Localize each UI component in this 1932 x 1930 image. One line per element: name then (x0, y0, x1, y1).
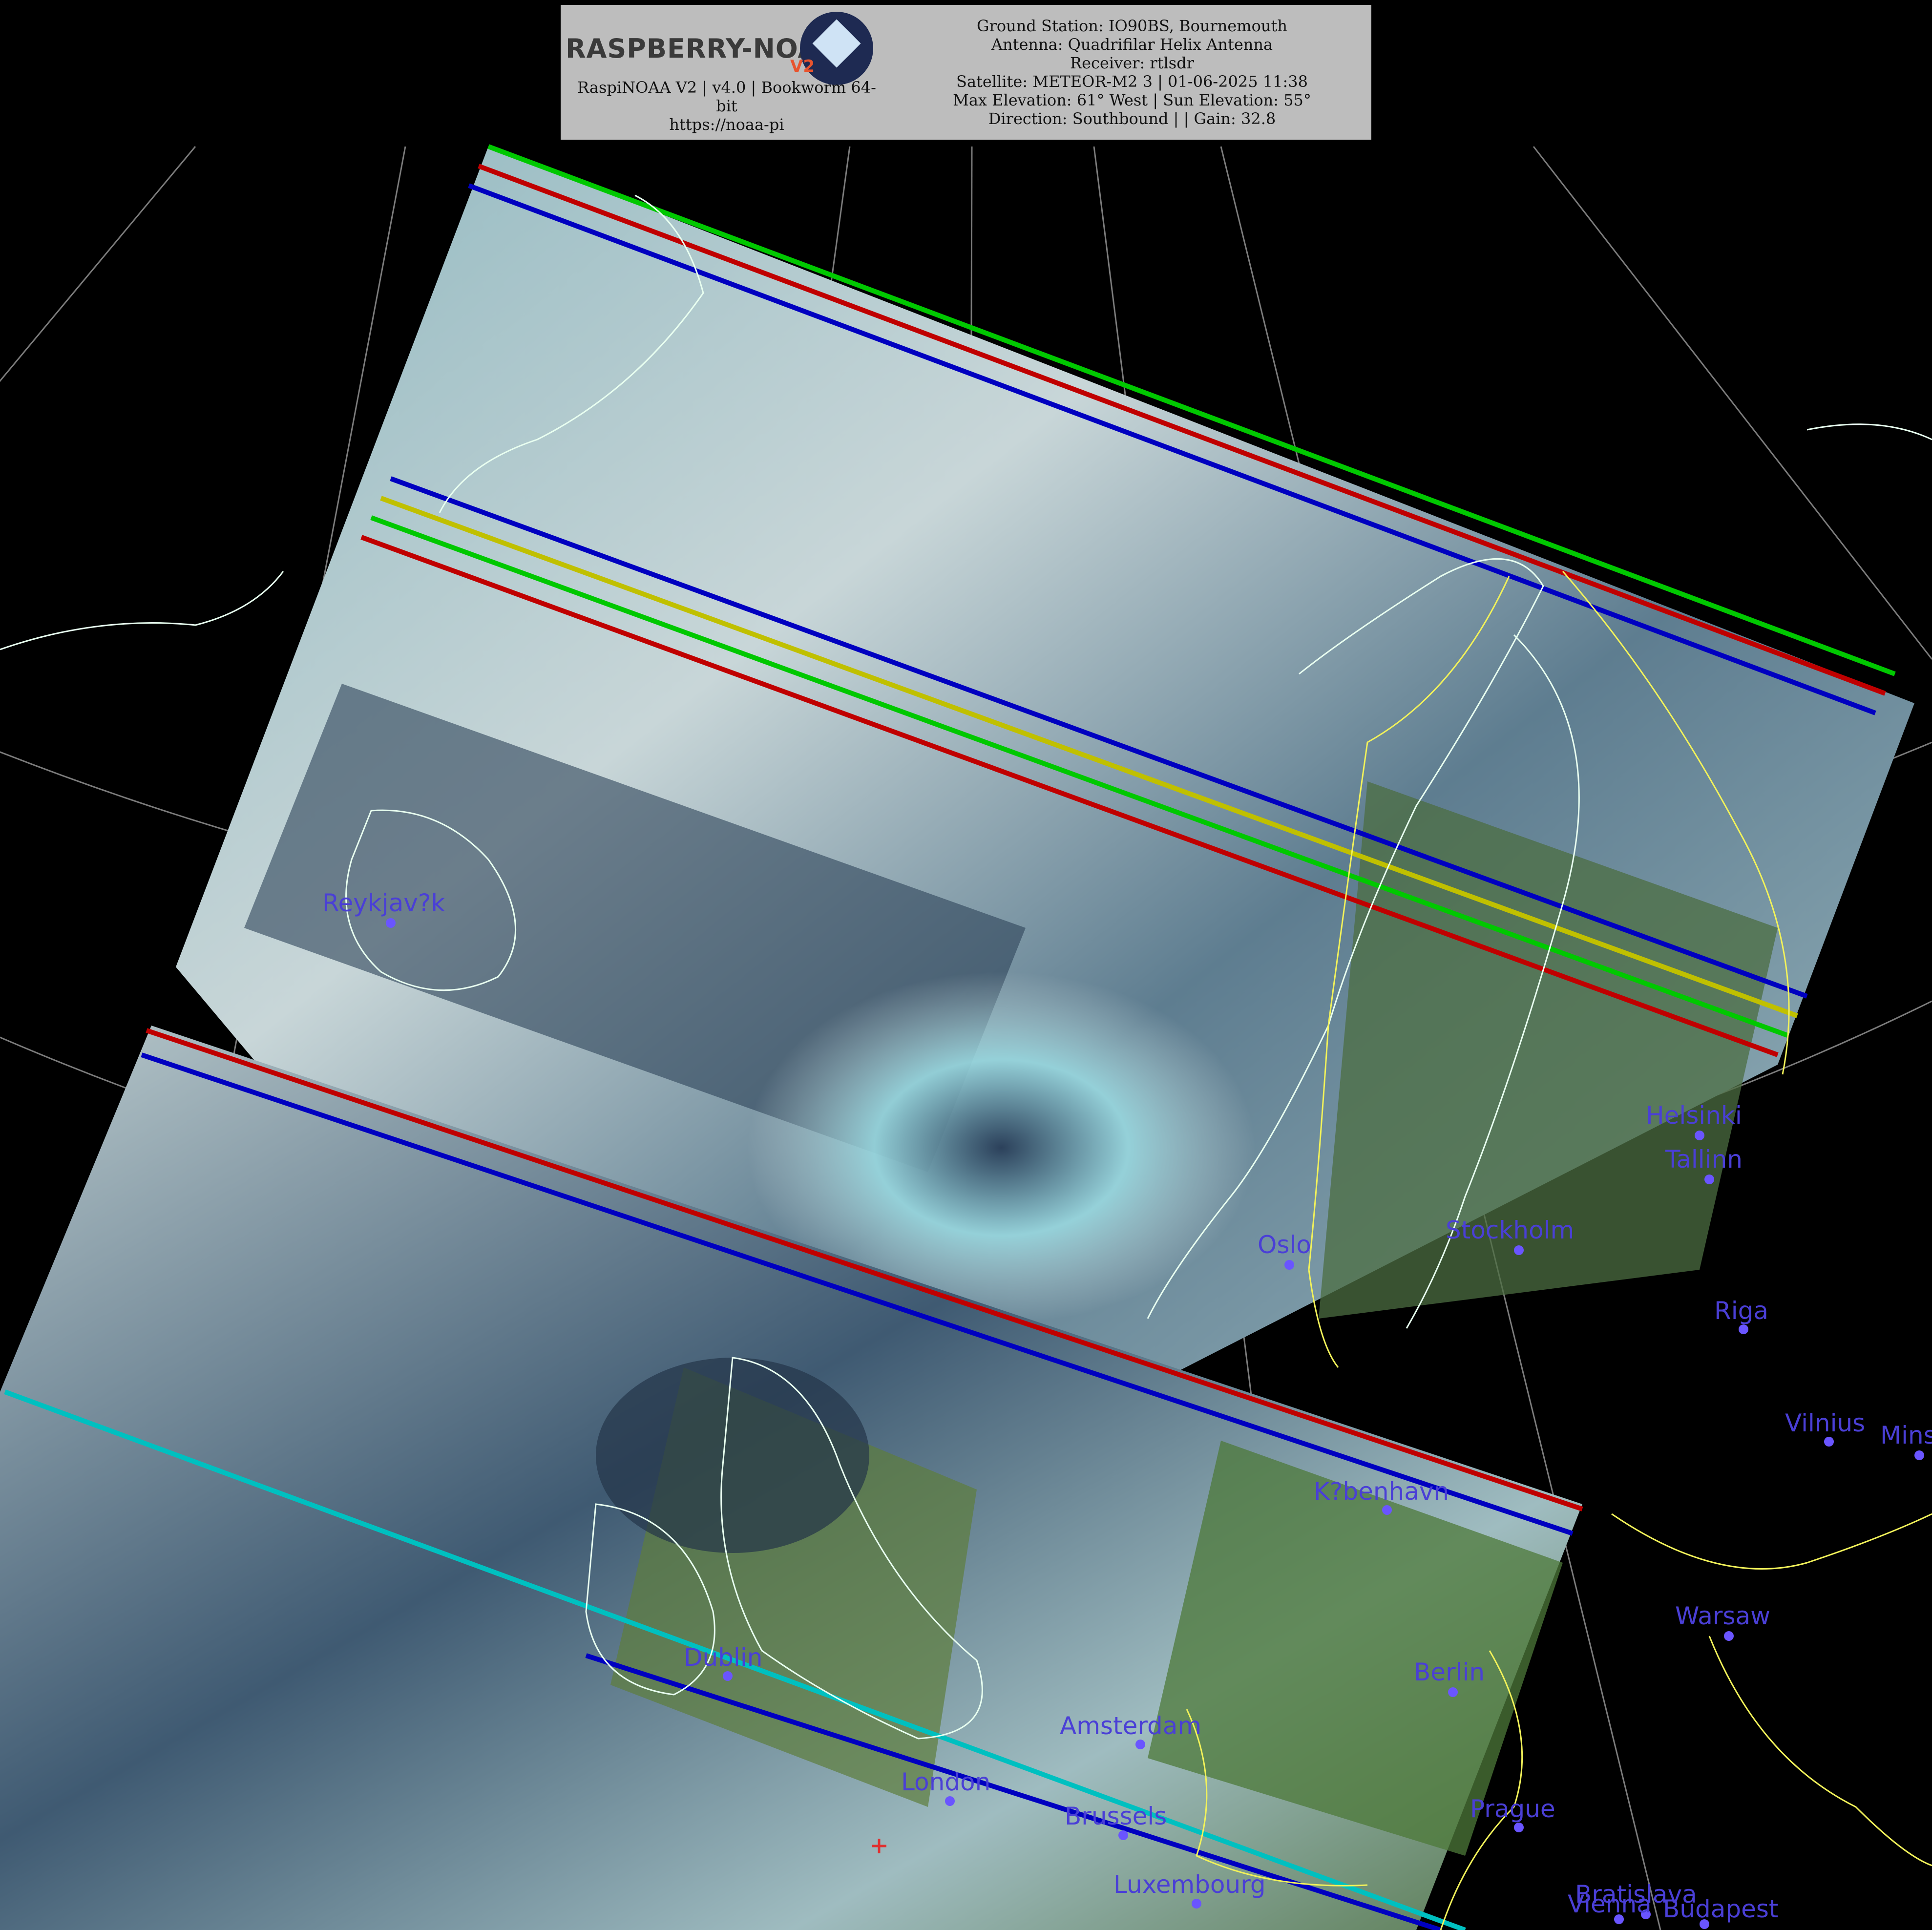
city-label-brussels: Brussels (1065, 1802, 1167, 1830)
elevation-line: Max Elevation: 61° West | Sun Elevation:… (953, 91, 1311, 109)
city-label-luxembourg: Luxembourg (1113, 1870, 1266, 1899)
city-label-riga: Riga (1714, 1297, 1769, 1325)
city-dot-minsk (1914, 1450, 1924, 1460)
pass-info: Ground Station: IO90BS, Bournemouth Ante… (893, 17, 1371, 128)
city-dot-reykjavik (386, 918, 396, 928)
city-dot-prague (1514, 1823, 1524, 1832)
satellite-logo-icon: V2 (790, 12, 873, 85)
city-label-minsk: Mins (1880, 1421, 1932, 1449)
city-dot-vienna (1614, 1914, 1624, 1924)
city-dot-warsaw (1724, 1631, 1734, 1641)
antenna-line: Antenna: Quadrifilar Helix Antenna (991, 35, 1273, 54)
city-label-vienna: Vienna (1568, 1890, 1652, 1918)
city-dot-oslo (1284, 1260, 1294, 1270)
ground-station-line: Ground Station: IO90BS, Bournemouth (977, 17, 1287, 35)
satellite-image-map (0, 144, 1932, 1930)
direction-line: Direction: Southbound | | Gain: 32.8 (988, 109, 1276, 128)
city-label-kobenhavn: K?benhavn (1314, 1477, 1449, 1506)
city-dot-kobenhavn (1382, 1505, 1392, 1515)
city-dot-brussels (1118, 1830, 1128, 1840)
city-label-stockholm: Stockholm (1446, 1216, 1575, 1244)
city-dot-dublin (723, 1671, 733, 1681)
city-dot-budapest (1700, 1919, 1709, 1929)
city-dot-luxembourg (1192, 1899, 1201, 1909)
software-line-1: RaspiNOAA V2 | v4.0 | Bookworm 64- (577, 78, 876, 97)
city-dot-helsinki (1695, 1131, 1704, 1140)
satellite-line: Satellite: METEOR-M2 3 | 01-06-2025 11:3… (956, 72, 1308, 91)
city-label-prague: Prague (1470, 1795, 1555, 1823)
city-label-tallinn: Tallinn (1665, 1145, 1743, 1174)
city-dot-vilnius (1824, 1437, 1834, 1447)
city-label-london: London (901, 1768, 991, 1796)
software-info: RaspiNOAA V2 | v4.0 | Bookworm 64- bit h… (561, 78, 893, 134)
city-dot-stockholm (1514, 1245, 1524, 1255)
city-label-budapest: Budapest (1663, 1895, 1779, 1923)
city-dot-amsterdam (1135, 1740, 1145, 1749)
software-line-2: bit (716, 97, 737, 115)
logo-badge-text: V2 (790, 57, 815, 76)
city-label-oslo: Oslo (1258, 1231, 1311, 1259)
satellite-shape (812, 19, 861, 68)
city-label-dublin: Dublin (684, 1643, 763, 1672)
header-panel: RASPBERRY-NOAA V2 RaspiNOAA V2 | v4.0 | … (561, 5, 1371, 140)
city-label-vilnius: Vilnius (1785, 1409, 1866, 1437)
website-text: https://noaa-pi (669, 115, 784, 134)
city-label-helsinki: Helsinki (1646, 1101, 1742, 1130)
city-dot-berlin (1448, 1687, 1458, 1697)
receiver-line: Receiver: rtlsdr (1070, 54, 1194, 72)
city-label-berlin: Berlin (1414, 1658, 1485, 1686)
city-label-amsterdam: Amsterdam (1060, 1712, 1202, 1740)
city-dot-riga (1739, 1324, 1748, 1334)
city-label-warsaw: Warsaw (1675, 1602, 1771, 1630)
city-dot-london (945, 1796, 955, 1806)
city-label-reykjavik: Reykjav?k (322, 889, 445, 917)
city-dot-tallinn (1704, 1175, 1714, 1184)
